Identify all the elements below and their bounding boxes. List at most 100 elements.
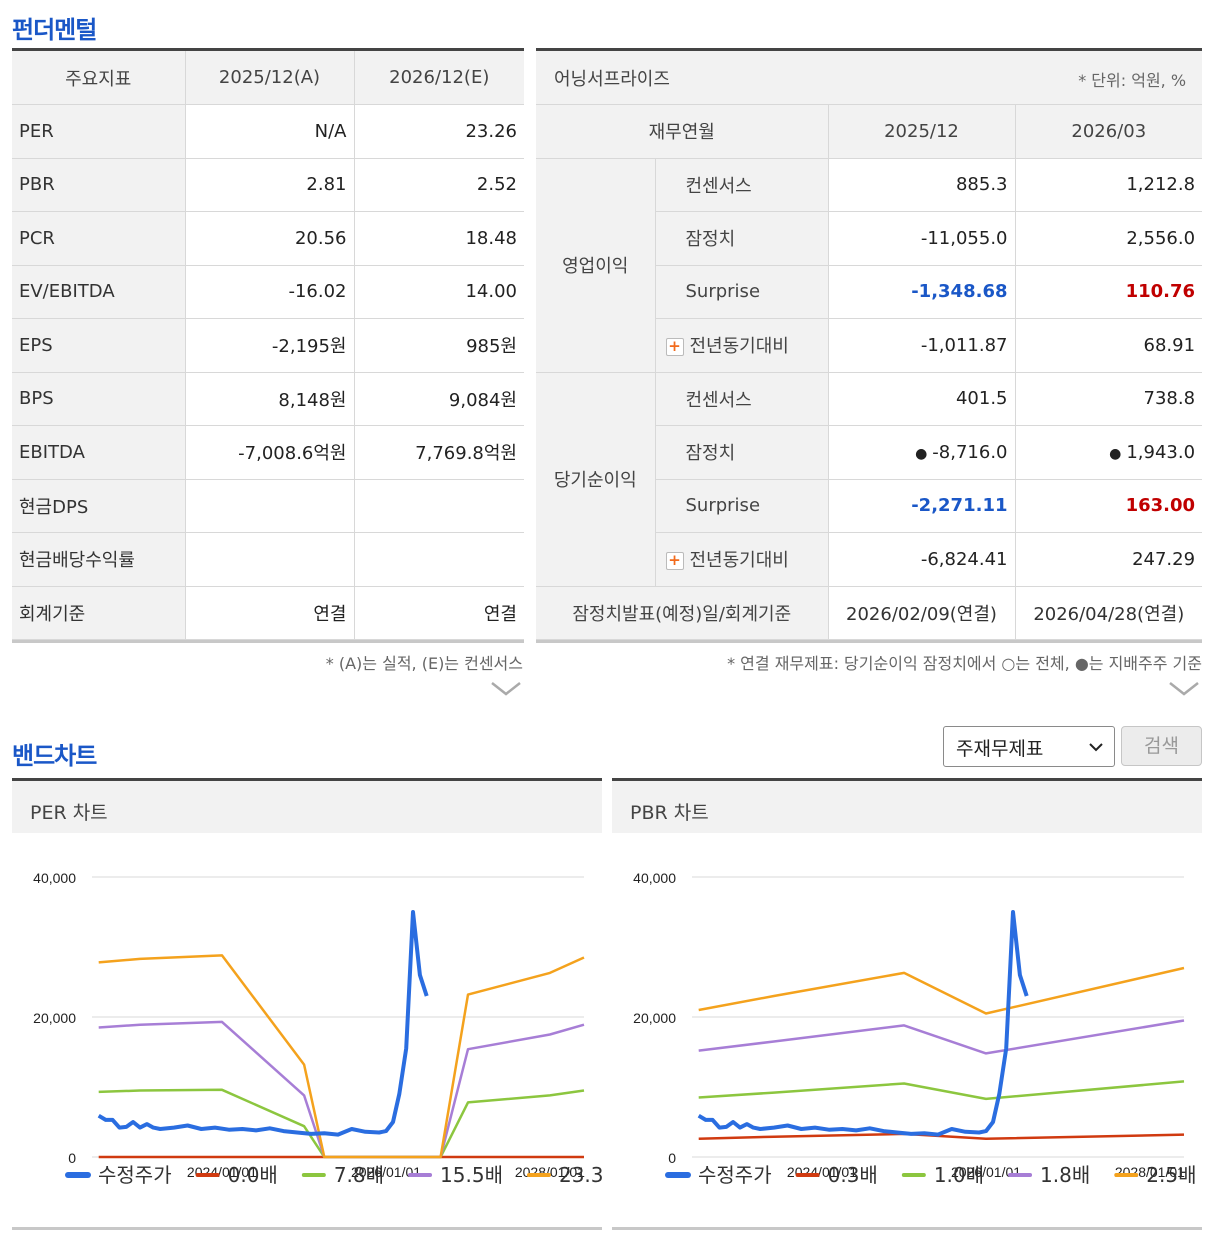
pbr-chart-panel: PBR 차트 40,000 20,000 0 2024/01/01 2026/01/01… [612,778,1202,1230]
plus-icon[interactable]: + [665,338,684,357]
surprise-unit: * 단위: 억원, % [1078,71,1187,90]
value-cell: 885.3 [827,157,1016,212]
value-cell: 1,212.8 [1014,157,1203,212]
legend-label[interactable]: 15.5배 [440,1163,503,1187]
legend-label[interactable]: 0.3배 [828,1163,878,1187]
surprise-value-negative: -2,271.11 [827,478,1016,533]
legend-label[interactable]: 수정주가 [98,1163,172,1187]
table-row: 당기순이익 컨센서스 401.5 738.8 [536,371,1203,587]
table-row: 회계기준 연결 연결 [12,585,524,640]
row-label-expandable[interactable]: + 전년동기대비 [655,532,829,587]
table-row: EV/EBITDA -16.02 14.00 [12,264,524,319]
table-row: EBITDA -7,008.6억원 7,769.8억원 [12,425,524,480]
metric-actual [184,478,355,533]
metric-label: 현금배당수익률 [12,532,186,587]
row-label: Surprise [655,264,829,319]
date-label: 잠정치발표(예정)일/회계기준 [536,585,829,640]
metric-estimate: 23.26 [353,104,524,159]
chevron-down-icon [1089,743,1103,752]
col-header-estimate: 2026/12(E) [353,51,524,105]
surprise-note: * 연결 재무제표: 당기순이익 잠정치에서 ○는 전체, ●는 지배주주 기준 [727,654,1202,673]
pbr-chart-bottom-rule [612,1227,1202,1230]
metric-estimate: 9,084원 [353,371,524,426]
col-header-period: 재무연월 [536,104,829,159]
fundamental-note: * (A)는 실적, (E)는 컨센서스 [325,654,523,673]
y-tick-label: 20,000 [633,1010,676,1026]
series-line-2.5배 [698,966,1185,1015]
select-value: 주재무제표 [956,738,1044,760]
surprise-value-negative: -1,348.68 [827,264,1016,319]
per-chart-title: PER 차트 [12,778,602,833]
y-tick-label: 40,000 [33,870,76,886]
legend-label[interactable]: 0.0배 [228,1163,278,1187]
metric-actual: -7,008.6억원 [184,425,355,480]
metric-label: EV/EBITDA [12,264,186,319]
metric-label: EPS [12,318,186,373]
metric-label: PCR [12,211,186,266]
value-cell: 401.5 [827,371,1016,426]
surprise-title: 어닝서프라이즈 [554,68,670,90]
metric-estimate: 18.48 [353,211,524,266]
col-header-2026-03: 2026/03 [1014,104,1203,159]
y-tick-label: 40,000 [633,870,676,886]
table-row: 잠정치발표(예정)일/회계기준 2026/02/09(연결) 2026/04/2… [536,585,1203,640]
metric-label: 현금DPS [12,478,186,533]
band-chart-title: 밴드차트 [12,742,97,770]
filled-circle-icon: ● [1109,445,1122,462]
metric-label: 회계기준 [12,585,186,640]
legend-label[interactable]: 7.8배 [334,1163,384,1187]
legend-label[interactable]: 수정주가 [698,1163,772,1187]
value-cell: 68.91 [1014,318,1203,373]
table-row: 영업이익 컨센서스 885.3 1,212.8 [536,157,1203,373]
statement-select[interactable]: 주재무제표 [943,726,1115,767]
metric-actual: -16.02 [184,264,355,319]
fundamental-title: 펀더멘털 [12,16,97,44]
value-text: 1,943.0 [1126,441,1196,463]
series-line-7.8배 [98,1088,585,1159]
metric-actual: -2,195원 [184,318,355,373]
metric-label: BPS [12,371,186,426]
net-income-label: 당기순이익 [536,371,656,587]
chevron-down-icon[interactable] [1168,680,1200,696]
metric-label: PER [12,104,186,159]
row-label-expandable[interactable]: + 전년동기대비 [655,318,829,373]
table-row: 현금DPS [12,478,524,533]
date-value: 2026/04/28(연결) [1014,585,1203,640]
y-tick-label: 20,000 [33,1010,76,1026]
search-button[interactable]: 검색 [1121,726,1202,766]
surprise-bottom-rule [536,640,1202,643]
legend-label[interactable]: 2.5배 [1146,1163,1196,1187]
row-label: 컨센서스 [654,157,829,212]
chevron-down-icon[interactable] [490,680,522,696]
col-header-actual: 2025/12(A) [184,51,355,105]
metric-estimate: 985원 [353,318,524,373]
table-row: PER N/A 23.26 [12,104,524,159]
row-label: 전년동기대비 [689,336,789,358]
metric-estimate: 7,769.8억원 [353,425,524,480]
plus-icon[interactable]: + [665,552,684,571]
per-chart-panel: PER 차트 40,000 20,000 0 2024/01/01 2026/01/01… [12,778,602,1230]
metric-label: EBITDA [12,425,186,480]
legend-label[interactable]: 1.8배 [1040,1163,1090,1187]
value-cell: 738.8 [1014,371,1203,426]
metric-actual: 8,148원 [184,371,355,426]
fundamental-bottom-rule [12,640,524,643]
date-value: 2026/02/09(연결) [827,585,1016,640]
op-income-label: 영업이익 [536,157,656,373]
table-row: EPS -2,195원 985원 [12,318,524,373]
fundamental-table: 주요지표 2025/12(A) 2026/12(E) PER N/A 23.26… [12,51,524,640]
surprise-table: 어닝서프라이즈 * 단위: 억원, % 재무연월 2025/12 2026/03… [536,51,1203,640]
value-text: -8,716.0 [932,441,1008,463]
row-label: 잠정치 [655,211,829,266]
table-row: BPS 8,148원 9,084원 [12,371,524,426]
row-label: 컨센서스 [654,371,829,426]
metric-estimate [353,532,524,587]
row-label: 잠정치 [655,425,829,480]
legend-label[interactable]: 1.0배 [934,1163,984,1187]
value-cell: ● 1,943.0 [1014,425,1203,480]
pbr-band-chart: 40,00020,00002024/01/01 2026/01/01 2028/01… [633,870,1196,1187]
legend-label[interactable]: 23.3배 [559,1163,602,1187]
surprise-value-positive: 110.76 [1014,264,1203,319]
surprise-title-cell: 어닝서프라이즈 * 단위: 억원, % [536,51,1203,105]
value-cell: -11,055.0 [827,211,1016,266]
